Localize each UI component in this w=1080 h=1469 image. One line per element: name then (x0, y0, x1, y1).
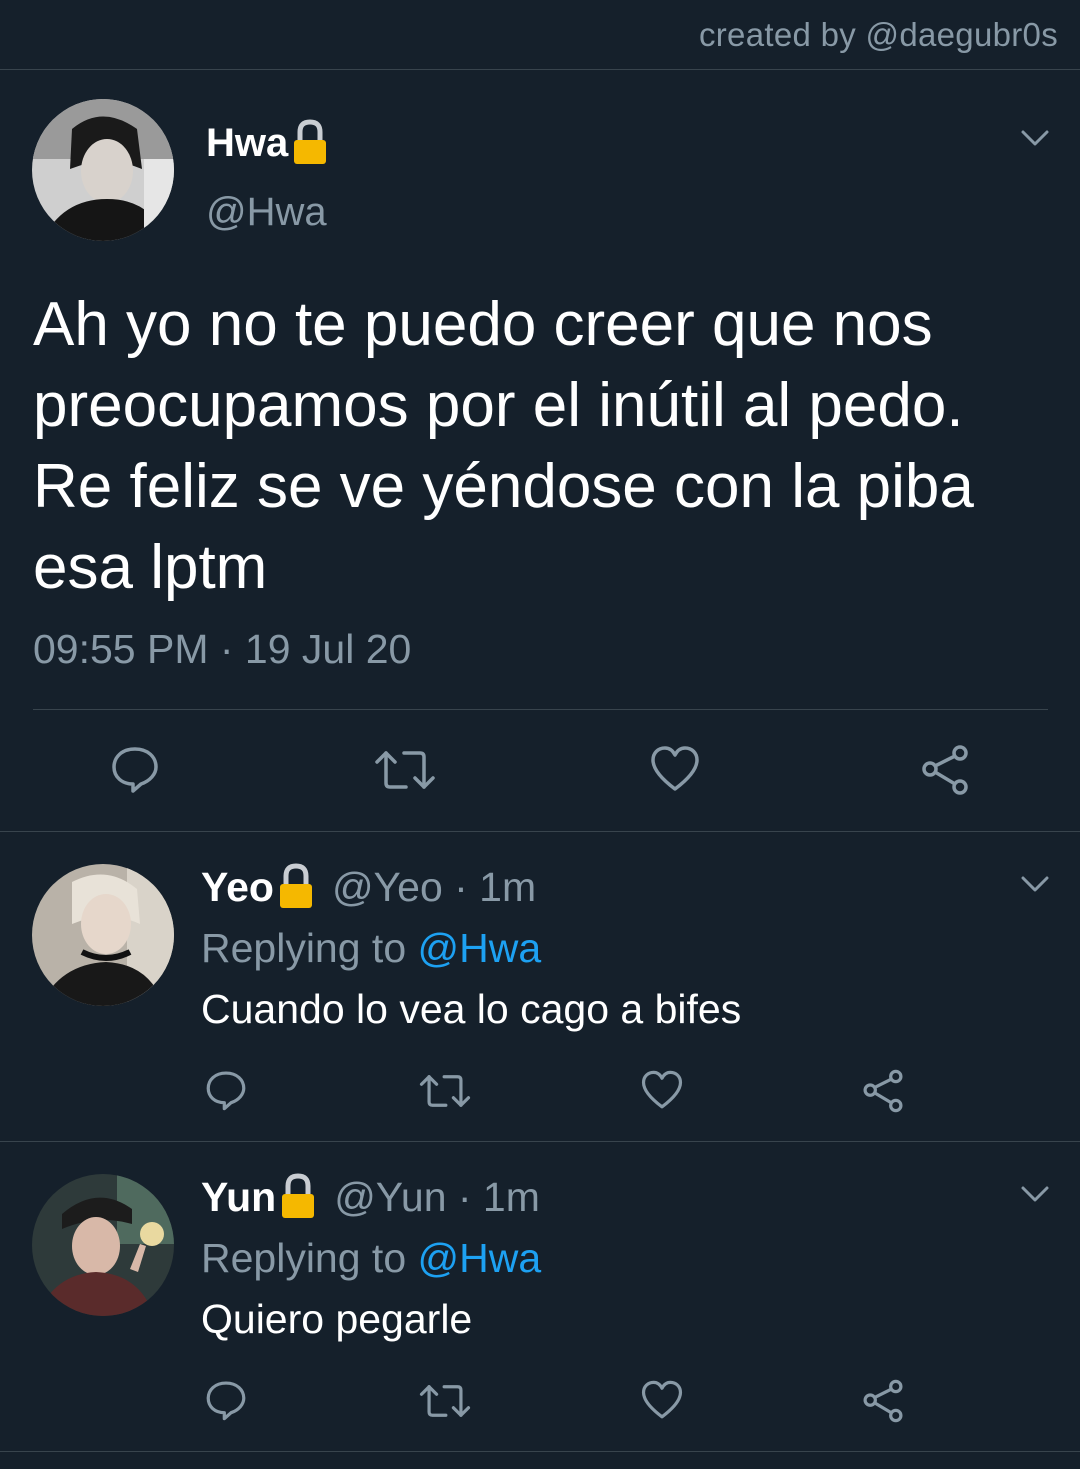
tweet-author-name[interactable]: Hwa (206, 118, 330, 168)
chevron-down-icon[interactable] (1020, 1184, 1050, 1204)
credit-text: created by @daegubr0s (698, 16, 1058, 53)
reply-author-name: Yun (201, 1173, 277, 1220)
tweet-timestamp[interactable]: 09:55 PM · 19 Jul 20 (33, 626, 411, 673)
reply-author-name: Yeo (201, 863, 274, 910)
share-icon[interactable] (918, 743, 972, 797)
share-icon[interactable] (860, 1068, 906, 1114)
avatar[interactable] (32, 99, 174, 241)
like-icon[interactable] (640, 1379, 684, 1421)
tweet-author-handle[interactable]: @Hwa (206, 190, 327, 235)
retweet-icon[interactable] (419, 1070, 471, 1112)
mention-link[interactable]: @Hwa (418, 1235, 542, 1281)
divider (0, 831, 1080, 832)
mention-link[interactable]: @Hwa (418, 925, 542, 971)
like-icon[interactable] (649, 744, 701, 794)
replying-prefix: Replying to (201, 925, 407, 971)
replying-to: Replying to @Hwa (201, 1235, 541, 1282)
lock-icon (279, 863, 312, 908)
divider (0, 1451, 1080, 1452)
reply-icon[interactable] (204, 1378, 248, 1422)
chevron-down-icon[interactable] (1020, 874, 1050, 894)
tweet-text: Ah yo no te puedo creer que nos preocupa… (33, 290, 974, 602)
reply-header[interactable]: Yun @Yun · 1m (201, 1172, 540, 1222)
avatar-photo-yeo (32, 864, 174, 1006)
retweet-icon[interactable] (419, 1380, 471, 1422)
replying-to: Replying to @Hwa (201, 925, 541, 972)
reply-text: Cuando lo vea lo cago a bifes (201, 986, 742, 1032)
share-icon[interactable] (860, 1378, 906, 1424)
top-bar: created by @daegubr0s (0, 0, 1080, 70)
avatar[interactable] (32, 864, 174, 1006)
chevron-down-icon[interactable] (1020, 128, 1050, 148)
reply-icon[interactable] (204, 1068, 248, 1112)
replying-prefix: Replying to (201, 1235, 407, 1281)
reply-author-handle: @Yeo · 1m (331, 863, 537, 910)
divider (0, 1141, 1080, 1142)
lock-icon (294, 119, 327, 164)
avatar[interactable] (32, 1174, 174, 1316)
reply-icon[interactable] (109, 743, 161, 795)
author-name: Hwa (206, 120, 289, 165)
avatar-photo-hwa (32, 99, 174, 241)
retweet-icon[interactable] (374, 745, 436, 795)
divider (33, 709, 1048, 710)
reply-header[interactable]: Yeo @Yeo · 1m (201, 862, 536, 912)
reply-text: Quiero pegarle (201, 1296, 473, 1342)
avatar-photo-yun (32, 1174, 174, 1316)
lock-icon (282, 1173, 315, 1218)
reply-author-handle: @Yun · 1m (334, 1173, 540, 1220)
like-icon[interactable] (640, 1069, 684, 1111)
